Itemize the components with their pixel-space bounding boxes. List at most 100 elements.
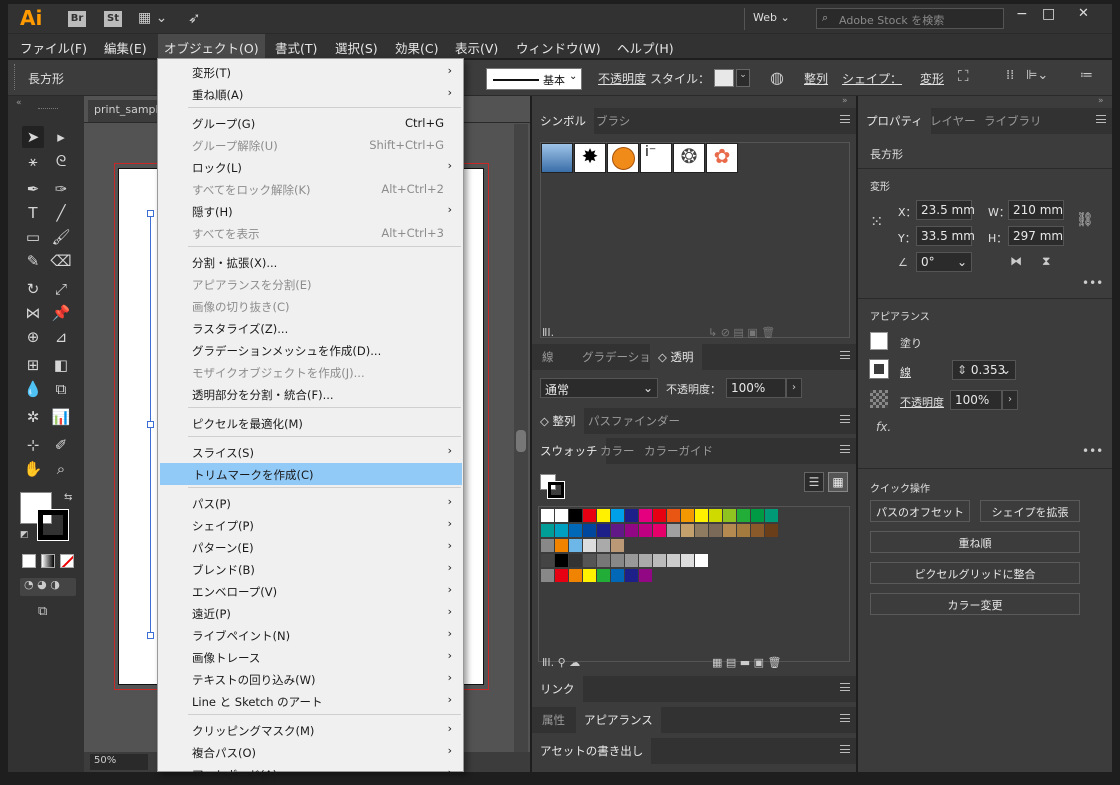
color-swatch[interactable]	[611, 539, 624, 552]
maximize-button[interactable]: □	[1042, 6, 1055, 22]
object-menu-item[interactable]: スライス(S) ›	[159, 441, 462, 463]
workspace-switcher[interactable]: Web ⌄	[753, 11, 790, 24]
selection-handle[interactable]	[147, 632, 154, 639]
color-swatch[interactable]	[583, 539, 596, 552]
align-pixel-grid-button[interactable]: ピクセルグリッドに整合	[870, 562, 1080, 584]
color-swatch[interactable]	[667, 554, 680, 567]
color-swatch[interactable]	[723, 509, 736, 522]
color-swatch[interactable]	[555, 509, 568, 522]
offset-path-button[interactable]: パスのオフセット	[870, 500, 970, 522]
tab-align[interactable]: ◇ 整列	[532, 408, 584, 434]
object-menu-item[interactable]: アートボード(A) ›	[159, 763, 462, 785]
color-swatch[interactable]	[625, 509, 638, 522]
symbol-item[interactable]: i⁻	[640, 143, 672, 173]
color-swatch[interactable]	[695, 554, 708, 567]
tab-properties[interactable]: プロパティ	[858, 108, 931, 134]
menu-list-icon[interactable]: ≔	[1080, 68, 1093, 83]
recolor-button[interactable]: カラー変更	[870, 593, 1080, 615]
stock-button[interactable]: St	[104, 11, 122, 27]
panel-menu-icon[interactable]	[840, 714, 850, 722]
tab-asset-export[interactable]: アセットの書き出し	[532, 738, 652, 764]
chevron-right-icon[interactable]: ›	[786, 378, 802, 398]
bridge-button[interactable]: Br	[68, 11, 86, 27]
color-swatch[interactable]	[597, 554, 610, 567]
list-view-icon[interactable]: ☰	[804, 472, 824, 492]
stroke-swatch[interactable]	[869, 359, 889, 379]
tab-pathfinder[interactable]: パスファインダー	[588, 413, 680, 429]
chevron-down-icon[interactable]: ⌄	[736, 69, 750, 87]
color-swatch[interactable]	[639, 524, 652, 537]
object-menu-item[interactable]: 複合パス(O) ›	[159, 741, 462, 763]
color-swatch[interactable]	[709, 524, 722, 537]
opacity-input[interactable]: 100%	[726, 378, 786, 398]
panel-menu-icon[interactable]	[840, 745, 850, 753]
close-button[interactable]: ✕	[1078, 6, 1089, 21]
color-swatch[interactable]	[737, 524, 750, 537]
panel-menu-icon[interactable]	[840, 115, 850, 123]
color-swatch[interactable]	[765, 524, 778, 537]
object-menu-item[interactable]: グラデーションメッシュを作成(D)...	[159, 339, 462, 361]
color-swatch[interactable]	[597, 569, 610, 582]
eyedropper-tool-icon[interactable]: 💧	[22, 378, 44, 400]
opacity-label-link[interactable]: 不透明度	[900, 394, 944, 410]
color-swatch[interactable]	[653, 554, 666, 567]
library-icon[interactable]: ⅡⅠ.	[542, 326, 554, 339]
color-swatch[interactable]	[583, 524, 596, 537]
blend-tool-icon[interactable]: ⧉	[50, 378, 72, 400]
rectangle-tool-icon[interactable]: ▭	[22, 226, 44, 248]
graph-tool-icon[interactable]: 📊	[50, 406, 72, 428]
type-tool-icon[interactable]: T	[22, 202, 44, 224]
perspective-grid-tool-icon[interactable]: ⊿	[50, 326, 72, 348]
paintbrush-tool-icon[interactable]: 🖌	[50, 226, 72, 248]
eraser-tool-icon[interactable]: ⌫	[50, 250, 72, 272]
object-menu-item[interactable]: テキストの回り込み(W) ›	[159, 668, 462, 690]
color-swatch[interactable]	[569, 539, 582, 552]
color-swatch[interactable]	[583, 569, 596, 582]
color-swatch[interactable]	[681, 524, 694, 537]
menu-select[interactable]: 選択(S)	[335, 38, 378, 57]
color-swatch[interactable]	[765, 509, 778, 522]
object-menu-item[interactable]: ブレンド(B) ›	[159, 558, 462, 580]
gradient-tool-icon[interactable]: ◧	[50, 354, 72, 376]
color-swatch[interactable]	[639, 509, 652, 522]
object-menu-item[interactable]: Line と Sketch のアート ›	[159, 690, 462, 712]
lasso-tool-icon[interactable]: ᘓ	[50, 150, 72, 172]
object-menu-item[interactable]: パス(P) ›	[159, 492, 462, 514]
symbol-sprayer-tool-icon[interactable]: ✲	[22, 406, 44, 428]
pen-tool-icon[interactable]: ✒	[22, 178, 44, 200]
fx-icon[interactable]: fx.	[876, 420, 891, 434]
swatch-actions-icon[interactable]: ▦ ▤ ▬ ▣ 🗑	[712, 656, 782, 669]
tab-links[interactable]: リンク	[532, 676, 583, 702]
tab-color[interactable]: カラー	[600, 443, 635, 459]
expand-shape-button[interactable]: シェイプを拡張	[980, 500, 1080, 522]
swatch-library-icon[interactable]: ⅡⅠ. ⚲ ☁	[542, 656, 580, 669]
zoom-level[interactable]: 50%	[90, 754, 148, 770]
selection-handle[interactable]	[147, 421, 154, 428]
magic-wand-tool-icon[interactable]: ⚹	[22, 150, 44, 172]
fill-swatch[interactable]	[870, 332, 888, 350]
isolate-icon[interactable]: ⛶	[958, 67, 969, 85]
color-swatch[interactable]	[541, 539, 554, 552]
panel-menu-icon[interactable]	[840, 683, 850, 691]
symbol-item[interactable]: ❂	[673, 143, 705, 173]
color-swatch[interactable]	[653, 509, 666, 522]
object-menu-item[interactable]: ラスタライズ(Z)...	[159, 317, 462, 339]
width-tool-icon[interactable]: ⋈	[22, 302, 44, 324]
symbol-item[interactable]: ✿	[706, 143, 738, 173]
stroke-profile-select[interactable]: 基本 ⌄	[486, 68, 582, 90]
color-swatch[interactable]	[695, 524, 708, 537]
flip-horizontal-icon[interactable]: ⧓	[1010, 254, 1022, 268]
line-tool-icon[interactable]: ╱	[50, 202, 72, 224]
opacity-link[interactable]: 不透明度	[598, 70, 646, 87]
flip-vertical-icon[interactable]: ⧗	[1042, 254, 1050, 269]
document-tab[interactable]: print_sample	[88, 100, 168, 122]
color-swatch[interactable]	[709, 509, 722, 522]
menu-help[interactable]: ヘルプ(H)	[617, 38, 674, 57]
gradient-mode-icon[interactable]	[41, 554, 55, 568]
object-menu-item[interactable]: 透明部分を分割・統合(F)...	[159, 383, 462, 405]
expand-icon[interactable]: »	[1098, 96, 1104, 106]
symbol-item[interactable]	[607, 143, 639, 173]
rotate-tool-icon[interactable]: ↻	[22, 278, 44, 300]
minimize-button[interactable]: −	[1016, 6, 1028, 22]
object-menu-item[interactable]: トリムマークを作成(C)	[160, 463, 462, 485]
